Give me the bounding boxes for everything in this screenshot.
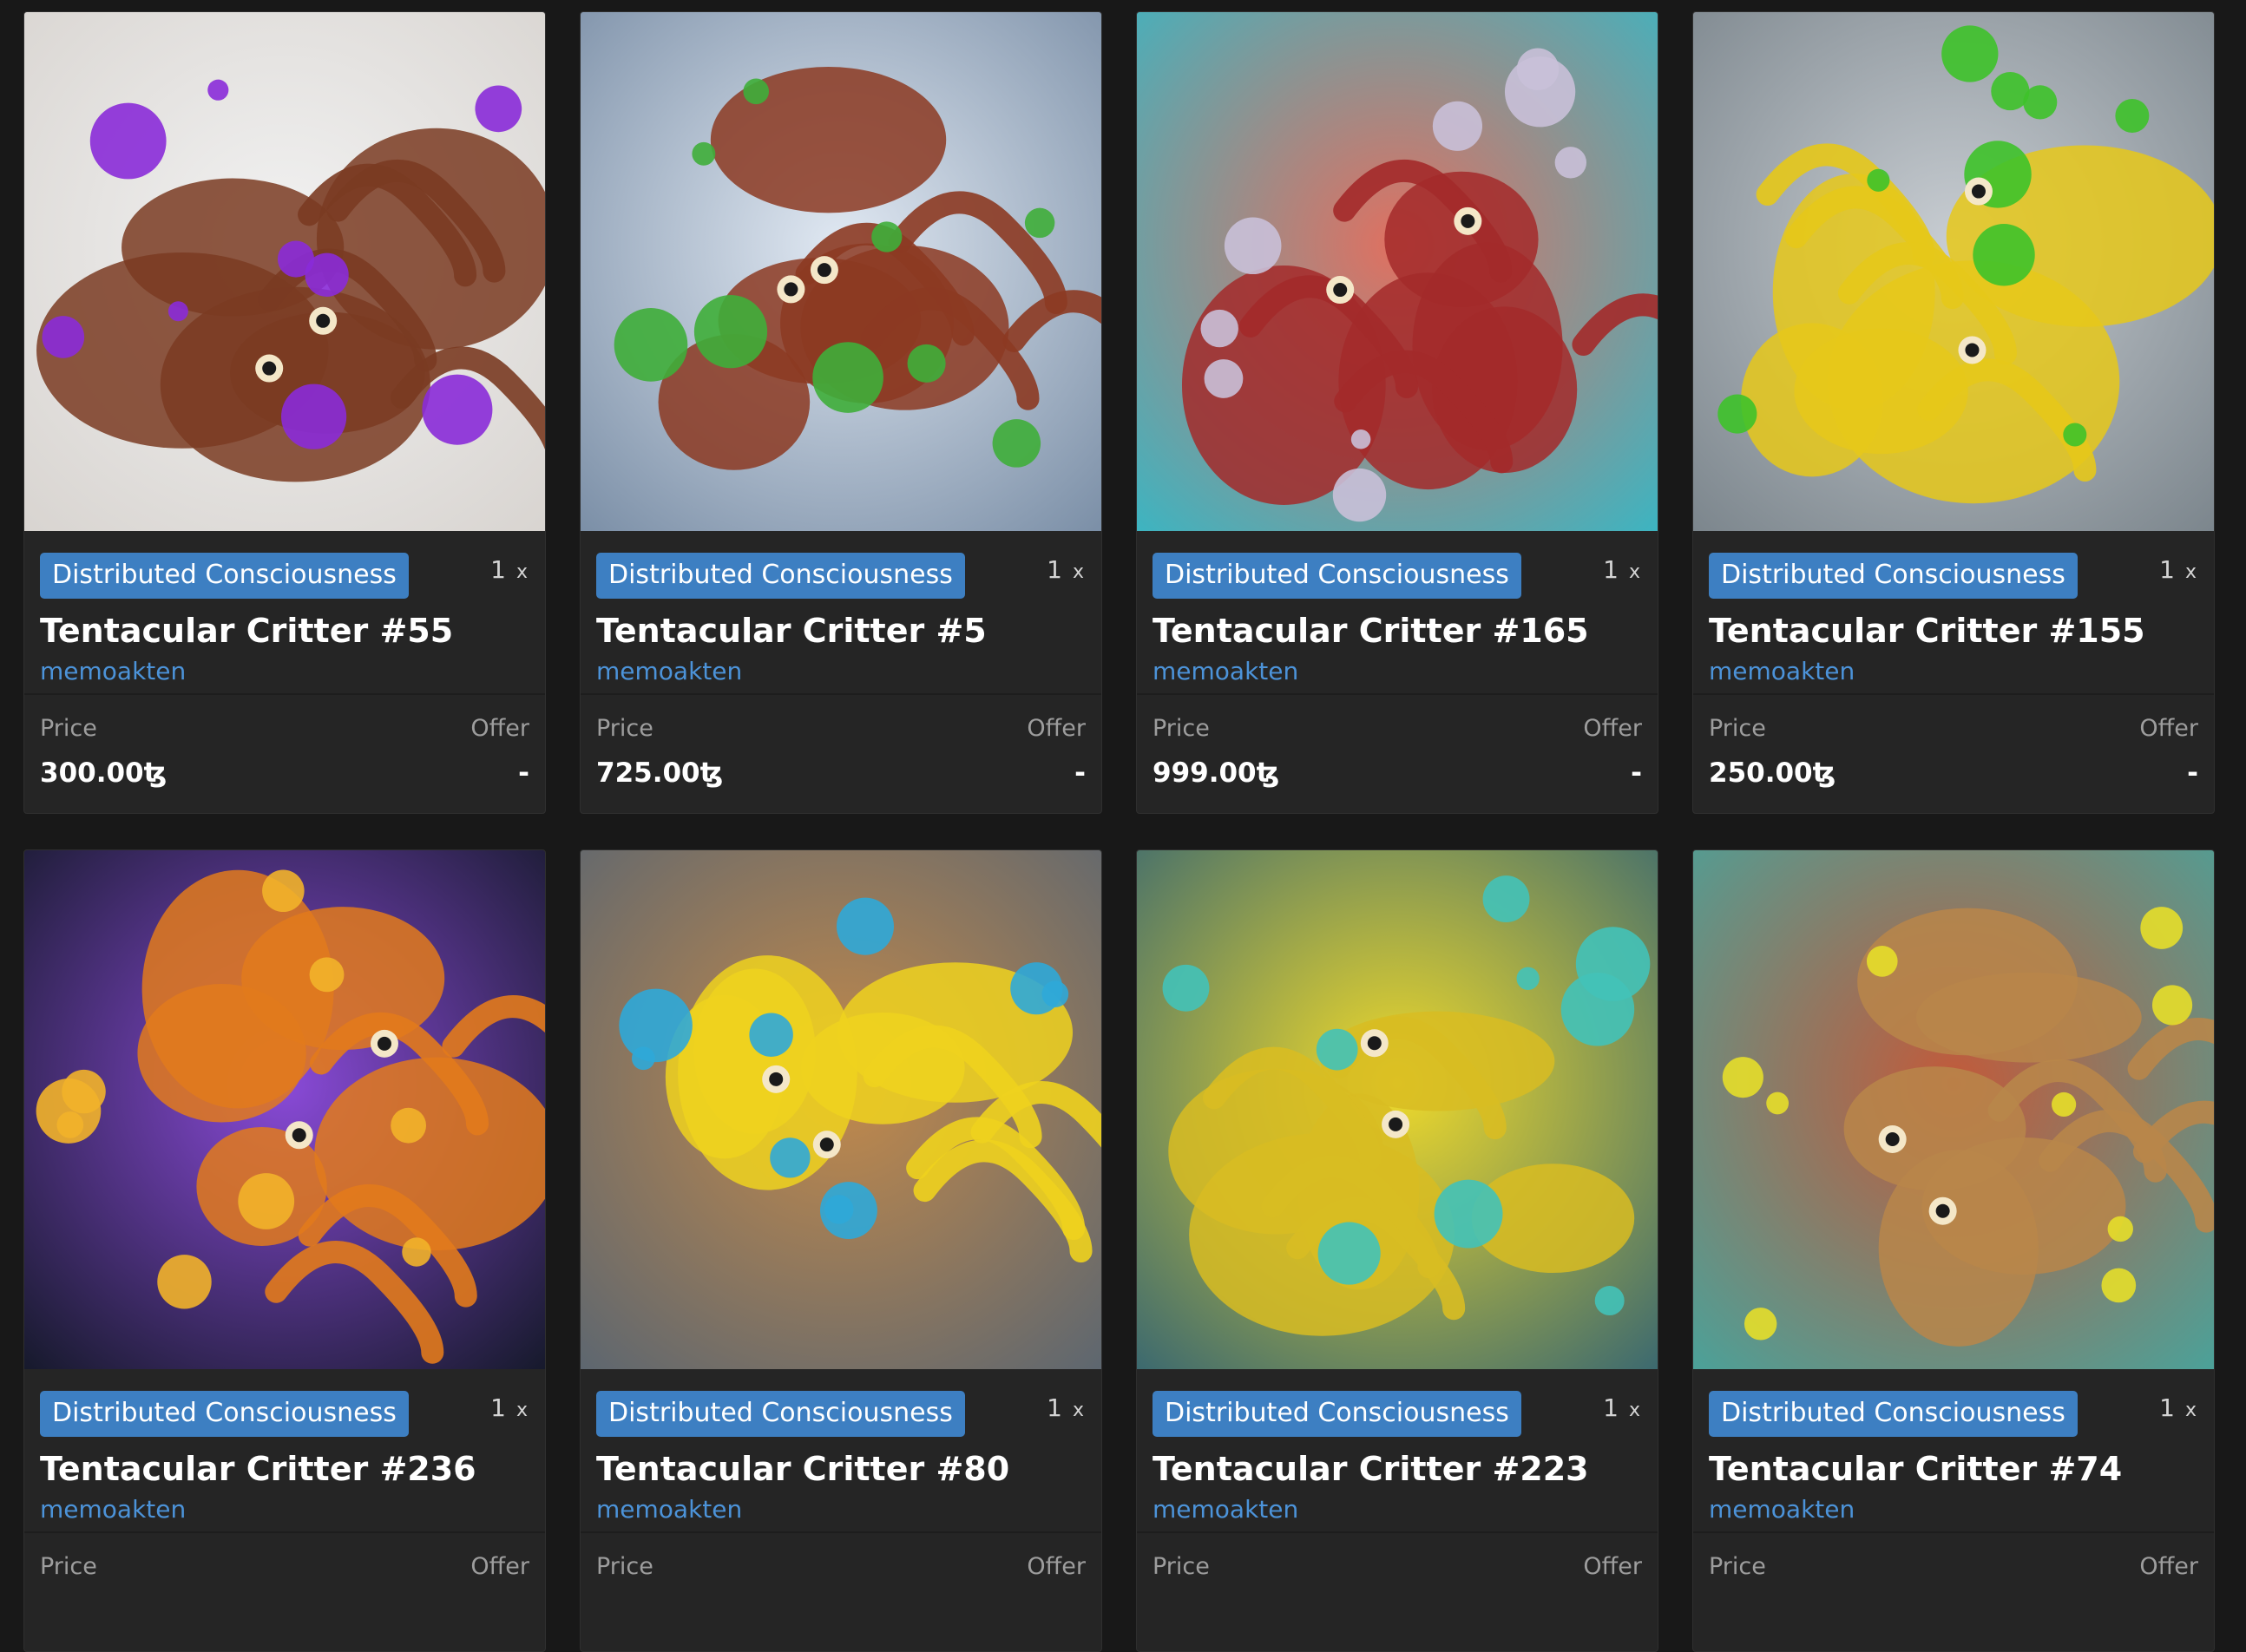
offer-label: Offer <box>2139 715 2198 742</box>
price-label: Price <box>1709 715 1766 742</box>
card-info: Distributed Consciousness 1x Tentacular … <box>581 1369 1101 1533</box>
creator-link[interactable]: memoakten <box>596 1494 742 1525</box>
nft-card[interactable]: Distributed Consciousness 1x Tentacular … <box>1136 849 1658 1652</box>
offer-value: - <box>1074 757 1086 789</box>
creator-link[interactable]: memoakten <box>1153 656 1298 687</box>
nft-card[interactable]: Distributed Consciousness 1x Tentacular … <box>580 11 1102 814</box>
collection-badge[interactable]: Distributed Consciousness <box>1153 553 1521 599</box>
artwork-title[interactable]: Tentacular Critter #80 <box>596 1449 1086 1489</box>
offer-value: - <box>2187 757 2198 789</box>
price-label: Price <box>1153 715 1210 742</box>
collection-badge[interactable]: Distributed Consciousness <box>40 553 409 599</box>
card-info: Distributed Consciousness 1x Tentacular … <box>24 531 545 695</box>
artwork-image[interactable] <box>1693 850 2214 1369</box>
edition-count: 1x <box>1047 1393 1084 1422</box>
card-info: Distributed Consciousness 1x Tentacular … <box>1693 531 2214 695</box>
edition-count: 1x <box>1047 555 1084 584</box>
nft-card[interactable]: Distributed Consciousness 1x Tentacular … <box>1692 849 2215 1652</box>
offer-label: Offer <box>2139 1553 2198 1580</box>
artwork-image[interactable] <box>581 850 1101 1369</box>
edition-count: 1x <box>1603 1393 1640 1422</box>
price-section: Price Offer 999.00ꜩ - <box>1137 695 1658 813</box>
edition-count: 1x <box>2159 1393 2197 1422</box>
collection-badge[interactable]: Distributed Consciousness <box>1153 1391 1521 1437</box>
card-info: Distributed Consciousness 1x Tentacular … <box>1693 1369 2214 1533</box>
offer-label: Offer <box>1583 1553 1642 1580</box>
edition-count: 1x <box>2159 555 2197 584</box>
price-section: Price Offer <box>1137 1533 1658 1651</box>
price-section: Price Offer <box>24 1533 545 1651</box>
price-section: Price Offer 250.00ꜩ - <box>1693 695 2214 813</box>
edition-count: 1x <box>1603 555 1640 584</box>
price-label: Price <box>40 715 97 742</box>
price-section: Price Offer 300.00ꜩ - <box>24 695 545 813</box>
artwork-image[interactable] <box>1137 850 1658 1369</box>
nft-card[interactable]: Distributed Consciousness 1x Tentacular … <box>23 849 546 1652</box>
card-info: Distributed Consciousness 1x Tentacular … <box>1137 531 1658 695</box>
price-section: Price Offer <box>1693 1533 2214 1651</box>
nft-card[interactable]: Distributed Consciousness 1x Tentacular … <box>1136 11 1658 814</box>
price-value: 725.00ꜩ <box>596 757 724 789</box>
artwork-title[interactable]: Tentacular Critter #236 <box>40 1449 529 1489</box>
card-info: Distributed Consciousness 1x Tentacular … <box>581 531 1101 695</box>
price-label: Price <box>596 1553 653 1580</box>
price-label: Price <box>596 715 653 742</box>
collection-badge[interactable]: Distributed Consciousness <box>1709 1391 2078 1437</box>
price-label: Price <box>40 1553 97 1580</box>
edition-count: 1x <box>490 1393 528 1422</box>
offer-value: - <box>518 757 529 789</box>
artwork-title[interactable]: Tentacular Critter #155 <box>1709 611 2198 651</box>
artwork-title[interactable]: Tentacular Critter #165 <box>1153 611 1642 651</box>
nft-card[interactable]: Distributed Consciousness 1x Tentacular … <box>1692 11 2215 814</box>
card-info: Distributed Consciousness 1x Tentacular … <box>24 1369 545 1533</box>
creator-link[interactable]: memoakten <box>40 656 186 687</box>
artwork-title[interactable]: Tentacular Critter #55 <box>40 611 529 651</box>
collection-badge[interactable]: Distributed Consciousness <box>596 553 965 599</box>
offer-label: Offer <box>470 715 529 742</box>
price-label: Price <box>1153 1553 1210 1580</box>
artwork-title[interactable]: Tentacular Critter #74 <box>1709 1449 2198 1489</box>
price-section: Price Offer <box>581 1533 1101 1651</box>
creator-link[interactable]: memoakten <box>596 656 742 687</box>
creator-link[interactable]: memoakten <box>1709 1494 1855 1525</box>
price-value: 300.00ꜩ <box>40 757 167 789</box>
collection-badge[interactable]: Distributed Consciousness <box>596 1391 965 1437</box>
artwork-image[interactable] <box>1693 12 2214 531</box>
offer-label: Offer <box>470 1553 529 1580</box>
nft-grid: Distributed Consciousness 1x Tentacular … <box>23 11 2215 1652</box>
offer-value: - <box>1631 757 1642 789</box>
collection-badge[interactable]: Distributed Consciousness <box>40 1391 409 1437</box>
price-value: 999.00ꜩ <box>1153 757 1280 789</box>
collection-badge[interactable]: Distributed Consciousness <box>1709 553 2078 599</box>
nft-card[interactable]: Distributed Consciousness 1x Tentacular … <box>23 11 546 814</box>
artwork-title[interactable]: Tentacular Critter #5 <box>596 611 1086 651</box>
artwork-image[interactable] <box>24 12 545 531</box>
creator-link[interactable]: memoakten <box>1709 656 1855 687</box>
price-section: Price Offer 725.00ꜩ - <box>581 695 1101 813</box>
nft-card[interactable]: Distributed Consciousness 1x Tentacular … <box>580 849 1102 1652</box>
artwork-image[interactable] <box>1137 12 1658 531</box>
creator-link[interactable]: memoakten <box>40 1494 186 1525</box>
creator-link[interactable]: memoakten <box>1153 1494 1298 1525</box>
artwork-title[interactable]: Tentacular Critter #223 <box>1153 1449 1642 1489</box>
price-value: 250.00ꜩ <box>1709 757 1836 789</box>
price-label: Price <box>1709 1553 1766 1580</box>
edition-count: 1x <box>490 555 528 584</box>
offer-label: Offer <box>1583 715 1642 742</box>
card-info: Distributed Consciousness 1x Tentacular … <box>1137 1369 1658 1533</box>
artwork-image[interactable] <box>581 12 1101 531</box>
offer-label: Offer <box>1027 715 1086 742</box>
offer-label: Offer <box>1027 1553 1086 1580</box>
artwork-image[interactable] <box>24 850 545 1369</box>
